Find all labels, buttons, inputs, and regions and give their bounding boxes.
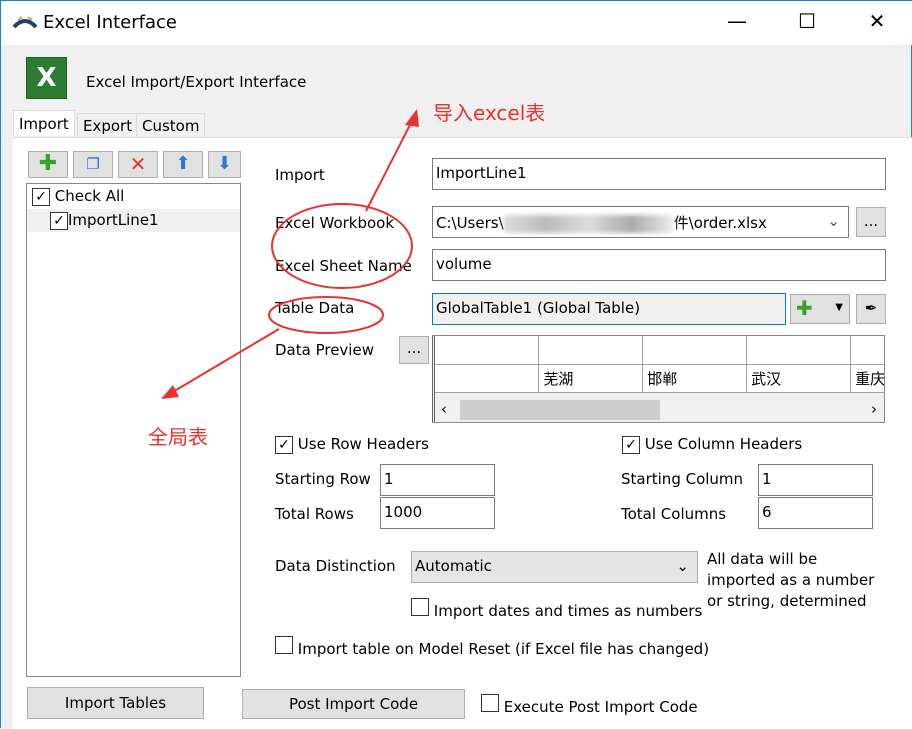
caret-down-icon: ▼: [835, 302, 843, 313]
blurred-region: [503, 214, 674, 233]
distinction-note: All data will be imported as a number or…: [707, 550, 875, 610]
arrow-head: [405, 109, 419, 127]
total-rows-label: Total Rows: [275, 505, 354, 523]
checkbox[interactable]: [411, 598, 429, 616]
browse-button[interactable]: ...: [856, 207, 886, 237]
checkbox-label: Use Row Headers: [297, 435, 429, 453]
annotation-global-table: 全局表: [148, 425, 208, 449]
eyedropper-icon: ✒: [864, 299, 878, 317]
import-label: Import: [275, 166, 325, 184]
tab-import[interactable]: Import: [13, 110, 75, 136]
import-dates-checkbox[interactable]: Import dates and times as numbers: [411, 598, 702, 620]
sheet-label: Excel Sheet Name: [275, 257, 412, 275]
use-col-headers-checkbox[interactable]: ✓ Use Column Headers: [622, 435, 802, 454]
checkbox[interactable]: [275, 636, 293, 654]
tab-custom[interactable]: Custom: [136, 113, 206, 138]
minimize-button[interactable]: —: [717, 9, 757, 33]
total-rows-input[interactable]: 1000: [380, 497, 495, 529]
copy-button[interactable]: ❐: [73, 151, 113, 178]
use-row-headers-checkbox[interactable]: ✓ Use Row Headers: [275, 435, 429, 454]
starting-column-label: Starting Column: [621, 470, 744, 488]
scroll-right-icon[interactable]: ›: [871, 400, 877, 418]
data-distinction-label: Data Distinction: [275, 557, 396, 575]
flexsim-logo-icon: [13, 16, 37, 29]
move-up-icon: ⬆: [175, 153, 191, 174]
move-down-icon: ⬇: [216, 153, 233, 174]
import-list: ✓ Check All ✓ ImportLine1: [26, 183, 241, 677]
item-label: ImportLine1: [68, 211, 159, 229]
data-preview-label: Data Preview: [275, 341, 374, 359]
scrollbar-thumb[interactable]: [460, 400, 660, 420]
horizontal-scrollbar[interactable]: ‹ ›: [435, 398, 884, 422]
scroll-left-icon[interactable]: ‹: [441, 400, 447, 418]
annotation-import-excel: 导入excel表: [433, 101, 546, 125]
add-table-dropdown[interactable]: ✚ ▼: [790, 294, 850, 324]
add-icon: ✚: [796, 296, 813, 320]
preview-button[interactable]: ...: [399, 336, 429, 364]
grid-cell: 重庆: [850, 364, 884, 393]
checkbox-label: Import dates and times as numbers: [433, 602, 703, 620]
title-bar: Excel Interface — ☐ ✕: [1, 1, 912, 45]
delete-button[interactable]: ✕: [118, 151, 158, 178]
execute-post-import-checkbox[interactable]: Execute Post Import Code: [481, 694, 698, 716]
check-all-item[interactable]: ✓ Check All: [27, 184, 240, 209]
chevron-down-icon: ⌄: [827, 212, 840, 230]
grid-cell: 芜湖: [538, 364, 644, 393]
checkbox[interactable]: [481, 694, 499, 712]
import-tables-button[interactable]: Import Tables: [27, 687, 204, 719]
total-columns-input[interactable]: 6: [758, 497, 873, 529]
grid-cell: 邯郸: [642, 364, 748, 393]
import-on-reset-checkbox[interactable]: Import table on Model Reset (if Excel fi…: [275, 636, 709, 658]
move-up-button[interactable]: ⬆: [163, 151, 203, 178]
sheet-name-input[interactable]: volume: [432, 249, 886, 281]
checkbox[interactable]: ✓: [622, 436, 640, 454]
total-columns-label: Total Columns: [621, 505, 727, 523]
checkbox-label: Execute Post Import Code: [503, 698, 698, 716]
checkbox[interactable]: ✓: [32, 188, 50, 206]
table-data-input[interactable]: GlobalTable1 (Global Table): [432, 293, 786, 325]
checkbox-label: Use Column Headers: [644, 435, 803, 453]
workbook-label: Excel Workbook: [275, 214, 395, 232]
post-import-code-button[interactable]: Post Import Code: [242, 689, 465, 719]
workbook-combobox[interactable]: C:\Users\ 件\order.xlsx ⌄: [432, 206, 849, 238]
checkbox[interactable]: ✓: [275, 436, 293, 454]
starting-column-input[interactable]: 1: [758, 464, 873, 496]
close-button[interactable]: ✕: [857, 9, 897, 33]
import-name-input[interactable]: ImportLine1: [432, 158, 886, 190]
starting-row-input[interactable]: 1: [380, 464, 495, 496]
data-distinction-select[interactable]: Automatic ⌄: [411, 551, 698, 583]
maximize-button[interactable]: ☐: [787, 9, 827, 33]
copy-icon: ❐: [86, 155, 100, 173]
data-preview-grid: 芜湖 邯郸 武汉 重庆 ‹ ›: [432, 335, 885, 423]
checkbox-label: Import table on Model Reset (if Excel fi…: [297, 640, 710, 658]
eyedropper-button[interactable]: ✒: [856, 294, 886, 324]
chevron-down-icon: ⌄: [676, 557, 689, 575]
add-icon: ✚: [38, 151, 58, 176]
list-item[interactable]: ✓ ImportLine1: [27, 209, 240, 232]
starting-row-label: Starting Row: [275, 470, 371, 488]
tab-export[interactable]: Export: [77, 113, 139, 138]
selected-value: Automatic: [415, 557, 492, 575]
add-button[interactable]: ✚: [28, 151, 68, 178]
grid-cell: [435, 364, 540, 393]
window-title: Excel Interface: [43, 12, 177, 33]
excel-icon: X: [26, 57, 67, 99]
table-data-label: Table Data: [275, 299, 355, 317]
workbook-path-suffix: 件\order.xlsx: [673, 214, 767, 232]
checkbox[interactable]: ✓: [50, 212, 68, 230]
workbook-path-prefix: C:\Users\: [436, 214, 504, 232]
check-all-label: Check All: [54, 187, 125, 205]
delete-icon: ✕: [129, 152, 147, 176]
header-title: Excel Import/Export Interface: [86, 73, 307, 91]
grid-cell: 武汉: [746, 364, 852, 393]
move-down-button[interactable]: ⬇: [208, 151, 241, 178]
